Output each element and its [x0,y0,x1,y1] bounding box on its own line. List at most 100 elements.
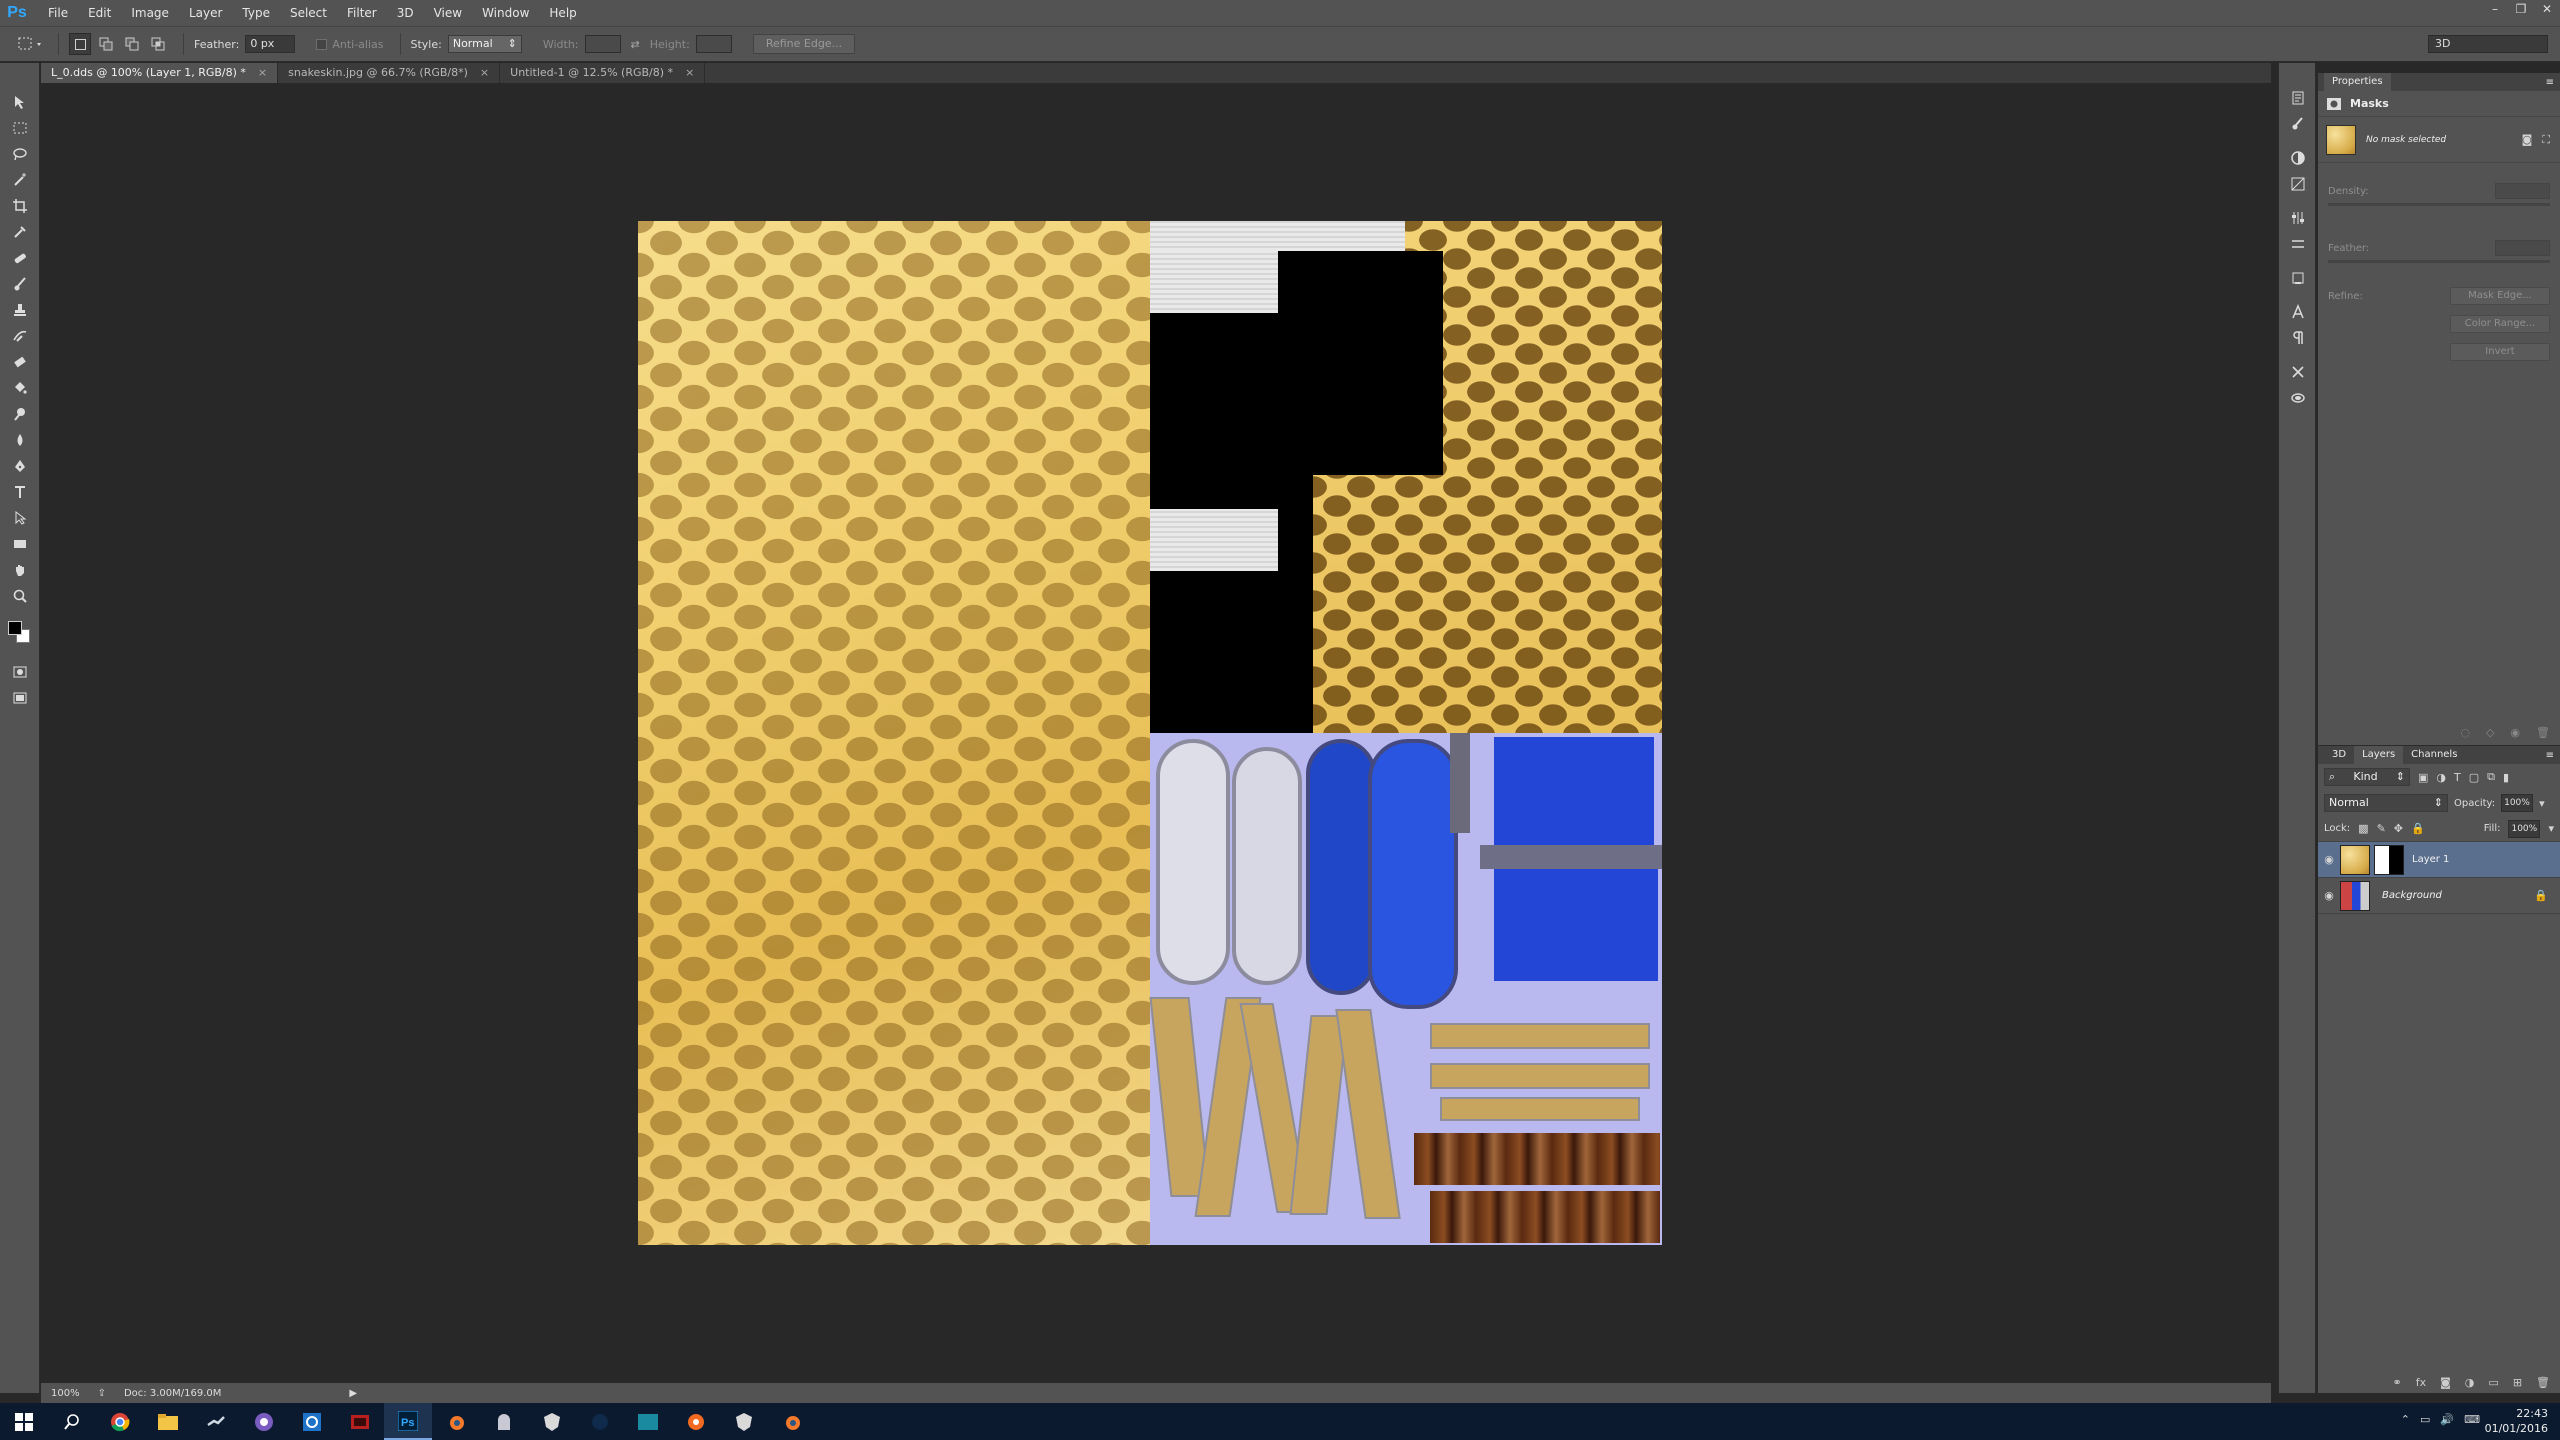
color-range-button[interactable]: Color Range... [2450,315,2550,333]
new-group-icon[interactable]: ▭ [2488,1376,2498,1389]
type-filter-icon[interactable]: T [2454,771,2461,784]
filter-kind-select[interactable]: ⌕ Kind ⇕ [2324,768,2410,786]
taskbar-app-7[interactable] [720,1403,768,1440]
layer-name[interactable]: Layer 1 [2412,854,2449,865]
taskbar-app-6[interactable] [672,1403,720,1440]
restore-button[interactable]: ❐ [2508,0,2534,18]
canvas-area[interactable] [41,83,2271,1383]
layer-mask-thumbnail[interactable] [2374,844,2404,875]
properties-tab[interactable]: Properties [2324,73,2391,91]
blur-tool[interactable] [0,427,40,453]
marquee-tool[interactable] [0,115,40,141]
tab-l0-dds[interactable]: L_0.dds @ 100% (Layer 1, RGB/8) * × [41,63,279,83]
color-panel-icon[interactable] [2279,145,2317,171]
close-icon[interactable]: × [685,63,694,83]
zoom-level[interactable]: 100% [51,1388,80,1399]
trash-icon[interactable]: 🗑 [2536,1376,2550,1389]
new-layer-icon[interactable]: ⊞ [2513,1376,2522,1389]
menu-type[interactable]: Type [232,0,280,26]
dodge-tool[interactable] [0,401,40,427]
move-tool[interactable] [0,89,40,115]
eye-icon[interactable]: ◉ [2318,889,2340,902]
foreground-color[interactable] [8,621,22,635]
filter-toggle-icon[interactable]: ▮ [2503,771,2509,784]
taskbar-photoshop[interactable]: Ps [384,1403,432,1440]
taskbar-app-4[interactable] [528,1403,576,1440]
path-selection-tool[interactable] [0,505,40,531]
search-button[interactable] [48,1403,96,1440]
swatches-panel-icon[interactable] [2279,171,2317,197]
taskbar-outlook[interactable] [288,1403,336,1440]
brush-presets-icon[interactable] [2279,111,2317,137]
new-adjustment-icon[interactable]: ◑ [2465,1376,2475,1389]
mask-edge-button[interactable]: Mask Edge... [2450,287,2550,305]
eraser-tool[interactable] [0,349,40,375]
chevron-down-icon[interactable]: ▾ [2539,797,2545,810]
menu-3d[interactable]: 3D [387,0,424,26]
eye-icon[interactable]: ◉ [2318,853,2340,866]
opacity-input[interactable]: 100% [2501,794,2534,812]
taskbar-blender-2[interactable] [768,1403,816,1440]
lock-all-icon[interactable]: 🔒 [2411,822,2425,835]
tab-snakeskin[interactable]: snakeskin.jpg @ 66.7% (RGB/8*) × [278,63,501,83]
taskbar-3ds-max[interactable] [624,1403,672,1440]
taskbar-app-2[interactable] [336,1403,384,1440]
trash-icon[interactable]: 🗑 [2536,726,2550,739]
crop-tool[interactable] [0,193,40,219]
tab-3d[interactable]: 3D [2324,746,2354,764]
panel-menu-icon[interactable]: ≡ [2546,77,2554,88]
document-canvas[interactable] [638,221,1662,1245]
menu-help[interactable]: Help [539,0,586,26]
panel-menu-icon[interactable]: ≡ [2546,750,2554,761]
load-selection-icon[interactable]: ◌ [2460,726,2470,739]
tool-presets-icon[interactable] [2279,359,2317,385]
paragraph-panel-icon[interactable] [2279,325,2317,351]
menu-filter[interactable]: Filter [337,0,387,26]
menu-select[interactable]: Select [280,0,337,26]
style-select[interactable]: Normal ⇕ [447,35,522,53]
menu-file[interactable]: File [38,0,78,26]
pixel-filter-icon[interactable]: ▣ [2418,771,2428,784]
pen-tool[interactable] [0,453,40,479]
add-selection-button[interactable] [95,33,117,55]
taskbar-steam[interactable] [192,1403,240,1440]
close-icon[interactable]: × [480,63,489,83]
volume-icon[interactable]: 🔊 [2440,1413,2454,1426]
quick-selection-tool[interactable] [0,167,40,193]
shape-tool[interactable] [0,531,40,557]
status-menu-arrow-icon[interactable]: ▶ [349,1388,357,1399]
menu-window[interactable]: Window [472,0,539,26]
taskbar-chrome[interactable] [96,1403,144,1440]
visibility-icon[interactable]: ◉ [2510,726,2520,739]
intersect-selection-button[interactable] [147,33,169,55]
swap-icon[interactable]: ⇄ [631,38,640,51]
density-field[interactable] [2495,183,2550,199]
healing-brush-tool[interactable] [0,245,40,271]
hand-tool[interactable] [0,557,40,583]
layer-row-background[interactable]: ◉ Background 🔒 [2318,878,2560,914]
lock-position-icon[interactable]: ✥ [2394,822,2403,835]
tab-layers[interactable]: Layers [2354,746,2404,764]
menu-image[interactable]: Image [121,0,179,26]
keyboard-icon[interactable]: ⌨ [2464,1413,2480,1426]
close-icon[interactable]: × [258,63,267,83]
paragraph-styles-icon[interactable] [2279,265,2317,291]
menu-view[interactable]: View [424,0,472,26]
antialias-checkbox[interactable] [316,38,328,50]
adjustments-panel-icon[interactable] [2279,205,2317,231]
clock[interactable]: 22:43 01/01/2016 [2485,1406,2548,1436]
paint-bucket-tool[interactable] [0,375,40,401]
invert-button[interactable]: Invert [2450,343,2550,361]
new-selection-button[interactable] [69,33,91,55]
close-button[interactable]: ✕ [2534,0,2560,18]
screen-mode-button[interactable] [0,685,40,711]
clone-stamp-tool[interactable] [0,297,40,323]
taskbar-app-1[interactable] [240,1403,288,1440]
zoom-tool[interactable] [0,583,40,609]
subtract-selection-button[interactable] [121,33,143,55]
taskbar-file-explorer[interactable] [144,1403,192,1440]
lock-pixels-icon[interactable]: ✎ [2377,822,2386,835]
height-input[interactable] [695,35,732,53]
blend-mode-select[interactable]: Normal ⇕ [2324,794,2448,812]
mask-feather-field[interactable] [2495,240,2550,256]
